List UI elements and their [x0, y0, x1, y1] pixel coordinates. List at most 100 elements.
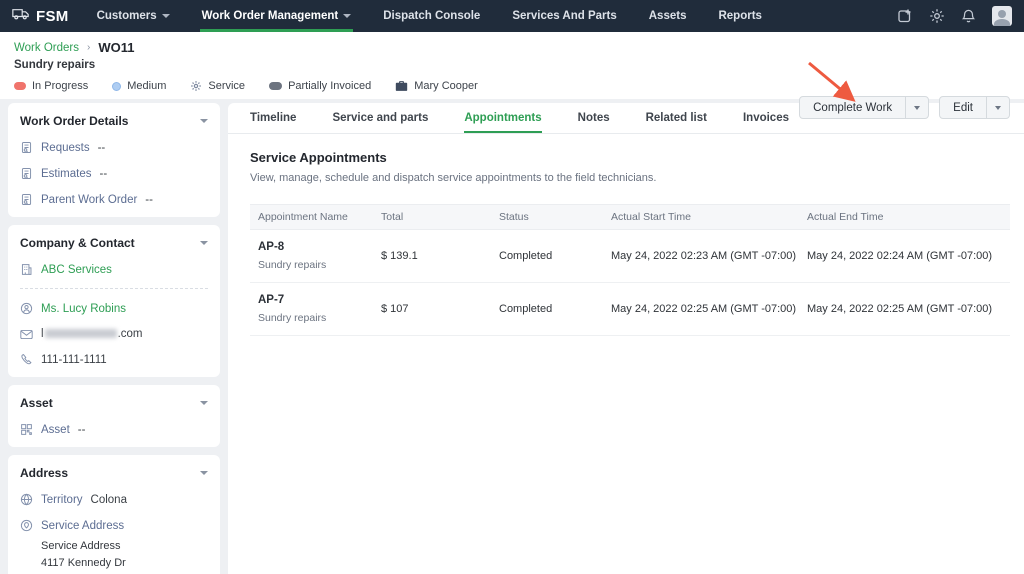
nav-item-work-order-management[interactable]: Work Order Management — [200, 0, 354, 32]
map-pin-icon — [20, 519, 33, 532]
appointment-end-time: May 24, 2022 02:24 AM (GMT -07:00) — [807, 250, 1010, 262]
tab-appointments[interactable]: Appointments — [464, 103, 541, 133]
work-order-details-card: Work Order Details Requests -- — [8, 103, 220, 217]
sidebar-item-asset[interactable]: Asset -- — [20, 423, 208, 436]
tab-notes[interactable]: Notes — [578, 103, 610, 133]
table-row[interactable]: AP-7 Sundry repairs $ 107 Completed May … — [250, 283, 1010, 336]
territory-value: Colona — [91, 494, 127, 506]
section-title: Asset — [20, 396, 53, 410]
assignee-badge: Mary Cooper — [395, 80, 478, 92]
nav-item-dispatch-console[interactable]: Dispatch Console — [381, 0, 482, 32]
contact-phone: 111-111-1111 — [41, 354, 107, 366]
section-title: Company & Contact — [20, 236, 135, 250]
settings-gear-icon[interactable] — [929, 8, 945, 24]
briefcase-icon — [395, 80, 408, 92]
header-action-buttons: Complete Work Edit — [799, 96, 1010, 119]
nav-item-assets[interactable]: Assets — [647, 0, 689, 32]
edit-dropdown-button[interactable] — [986, 97, 1009, 118]
chevron-down-icon — [995, 106, 1001, 110]
type-badge: Service — [190, 80, 245, 92]
appointment-start-time: May 24, 2022 02:23 AM (GMT -07:00) — [611, 250, 807, 262]
collapse-caret-icon[interactable] — [200, 401, 208, 405]
appointment-subject: Sundry repairs — [258, 312, 381, 324]
appointment-end-time: May 24, 2022 02:25 AM (GMT -07:00) — [807, 303, 1010, 315]
app-logo[interactable]: FSM — [12, 0, 69, 32]
detail-sidebar: Work Order Details Requests -- — [8, 103, 220, 574]
column-header-status: Status — [499, 211, 611, 223]
breadcrumb-separator: › — [87, 42, 90, 53]
chevron-down-icon — [162, 14, 170, 18]
service-gear-icon — [190, 80, 202, 92]
appointment-status: Completed — [499, 303, 611, 315]
user-avatar[interactable] — [992, 6, 1012, 26]
notifications-bell-icon[interactable] — [961, 8, 976, 24]
top-navigation: FSM Customers Work Order Management Disp… — [0, 0, 1024, 32]
breadcrumb-work-orders-link[interactable]: Work Orders — [14, 42, 79, 54]
collapse-caret-icon[interactable] — [200, 471, 208, 475]
edit-split-button: Edit — [939, 96, 1010, 119]
company-building-icon — [20, 263, 33, 276]
truck-logo-icon — [12, 7, 29, 25]
table-row[interactable]: AP-8 Sundry repairs $ 139.1 Completed Ma… — [250, 230, 1010, 283]
create-record-icon[interactable] — [897, 8, 913, 24]
collapse-caret-icon[interactable] — [200, 119, 208, 123]
sidebar-item-parent-work-order[interactable]: Parent Work Order -- — [20, 193, 208, 206]
brand-name: FSM — [36, 8, 69, 25]
asset-card: Asset Asset -- — [8, 385, 220, 447]
tab-related-list[interactable]: Related list — [646, 103, 707, 133]
main-panel: Timeline Service and parts Appointments … — [228, 103, 1024, 574]
status-badge-row: In Progress Medium Service Partially Inv… — [14, 80, 1010, 92]
nav-item-reports[interactable]: Reports — [716, 0, 763, 32]
page-title: WO11 — [98, 40, 134, 55]
section-title: Address — [20, 466, 68, 480]
document-icon — [20, 167, 33, 180]
breadcrumb: Work Orders › WO11 — [14, 40, 1010, 55]
column-header-actual-start-time: Actual Start Time — [611, 211, 807, 223]
complete-work-split-button: Complete Work — [799, 96, 929, 119]
invoice-status-badge: Partially Invoiced — [269, 80, 371, 92]
territory-globe-icon — [20, 493, 33, 506]
edit-button[interactable]: Edit — [940, 97, 986, 118]
tab-service-and-parts[interactable]: Service and parts — [332, 103, 428, 133]
appointment-total: $ 107 — [381, 303, 499, 315]
service-address-label[interactable]: Service Address — [41, 520, 124, 532]
appointment-status: Completed — [499, 250, 611, 262]
nav-item-customers[interactable]: Customers — [95, 0, 172, 32]
complete-work-button[interactable]: Complete Work — [800, 97, 905, 118]
contact-person-icon — [20, 302, 33, 315]
territory-label[interactable]: Territory — [41, 494, 83, 506]
contact-link-row: Ms. Lucy Robins — [20, 302, 208, 315]
tab-timeline[interactable]: Timeline — [250, 103, 296, 133]
territory-row: Territory Colona — [20, 493, 208, 506]
collapse-caret-icon[interactable] — [200, 241, 208, 245]
table-header-row: Appointment Name Total Status Actual Sta… — [250, 204, 1010, 230]
company-link[interactable]: ABC Services — [41, 264, 112, 276]
company-link-row: ABC Services — [20, 263, 208, 276]
appointment-subject: Sundry repairs — [258, 259, 381, 271]
chevron-down-icon — [343, 14, 351, 18]
tab-invoices[interactable]: Invoices — [743, 103, 789, 133]
section-title: Work Order Details — [20, 114, 128, 128]
service-address-row: Service Address — [20, 519, 208, 532]
appointment-name[interactable]: AP-7 — [258, 294, 381, 306]
column-header-appointment-name: Appointment Name — [258, 211, 381, 223]
sidebar-item-requests[interactable]: Requests -- — [20, 141, 208, 154]
complete-work-dropdown-button[interactable] — [905, 97, 928, 118]
medium-priority-dot-icon — [112, 82, 121, 91]
divider — [20, 288, 208, 289]
priority-badge: Medium — [112, 80, 166, 92]
work-order-header: Work Orders › WO11 Sundry repairs In Pro… — [0, 32, 1024, 99]
nav-item-services-and-parts[interactable]: Services And Parts — [510, 0, 618, 32]
work-order-summary: Sundry repairs — [14, 59, 1010, 71]
asset-qr-icon — [20, 423, 33, 436]
contact-link[interactable]: Ms. Lucy Robins — [41, 303, 126, 315]
email-envelope-icon — [20, 329, 33, 340]
app-window: FSM Customers Work Order Management Disp… — [0, 0, 1024, 574]
status-badge: In Progress — [14, 80, 88, 92]
in-progress-dot-icon — [14, 82, 26, 90]
appointment-name[interactable]: AP-8 — [258, 241, 381, 253]
address-card: Address Territory Colona — [8, 455, 220, 574]
company-contact-card: Company & Contact ABC Services — [8, 225, 220, 377]
sidebar-item-estimates[interactable]: Estimates -- — [20, 167, 208, 180]
column-header-total: Total — [381, 211, 499, 223]
